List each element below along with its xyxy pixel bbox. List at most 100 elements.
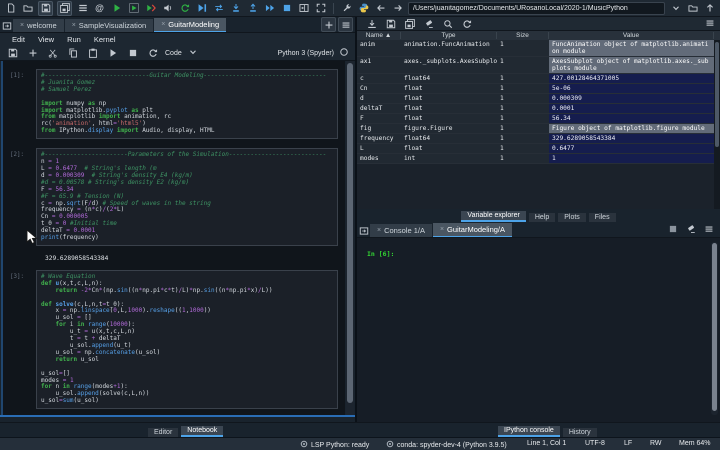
variable-row-d[interactable]: dfloat10.000309 (357, 94, 720, 104)
add-cell-icon[interactable] (26, 47, 39, 60)
cut-cells-icon[interactable] (46, 47, 59, 60)
save-all-icon[interactable] (57, 1, 72, 16)
status-mem-64-[interactable]: Mem 64% (679, 440, 711, 447)
stop-debug-icon[interactable] (280, 2, 293, 15)
notebook-cell-3[interactable]: [3]:# Wave Equationdef u(x,t,c,L,n): ret… (36, 270, 338, 409)
open-file-icon[interactable] (21, 2, 34, 15)
fullscreen-icon[interactable] (314, 2, 327, 15)
tabs-menu-icon[interactable] (338, 17, 353, 32)
variable-row-modes[interactable]: modesint11 (357, 154, 720, 164)
new-file-icon[interactable] (4, 2, 17, 15)
status-utf-8[interactable]: UTF-8 (585, 440, 605, 447)
status-conda[interactable]: conda: spyder-dev-4 (Python 3.9.5) (386, 440, 507, 450)
maximize-pane-icon[interactable] (297, 2, 310, 15)
variable-row-frequency[interactable]: frequencyfloat641329.6289058543384 (357, 134, 720, 144)
variable-row-Cn[interactable]: Cnfloat15e-06 (357, 84, 720, 94)
interrupt-kernel-icon[interactable] (126, 47, 139, 60)
new-tab-icon[interactable] (321, 17, 336, 32)
run-file-icon[interactable] (110, 2, 123, 15)
refresh-variables-icon[interactable] (460, 17, 473, 30)
console-tab-console-1-a[interactable]: ×Console 1/A (370, 224, 432, 237)
variable-row-c[interactable]: cfloat641427.00128464371005 (357, 74, 720, 84)
column-header-name[interactable]: Name ▲ (357, 32, 401, 39)
notebook-cell-2[interactable]: [2]:#-----------------------Parameters o… (36, 148, 338, 246)
console-tab-guitarmodeling-a[interactable]: ×GuitarModeling/A (433, 223, 512, 237)
forward-icon[interactable] (391, 2, 404, 15)
close-tab-icon[interactable]: × (72, 22, 76, 29)
options-menu-icon[interactable] (702, 222, 715, 235)
variable-row-F[interactable]: Ffloat156.34 (357, 114, 720, 124)
status-lf[interactable]: LF (624, 440, 632, 447)
editor-tab-welcome[interactable]: ×welcome (13, 19, 64, 32)
variable-row-anim[interactable]: animanimation.FuncAnimation1FuncAnimatio… (357, 40, 720, 57)
column-header-type[interactable]: Type (401, 32, 497, 39)
file-switcher-icon[interactable] (76, 2, 89, 15)
column-header-size[interactable]: Size (497, 32, 549, 39)
python-env-icon[interactable] (357, 2, 370, 15)
editor-tab-samplevisualization[interactable]: ×SampleVisualization (65, 19, 154, 32)
table-header[interactable]: Name ▲TypeSizeValue (357, 31, 720, 40)
variable-row-ax1[interactable]: ax1axes._subplots.AxesSubplot1AxesSubplo… (357, 57, 720, 74)
copy-cells-icon[interactable] (66, 47, 79, 60)
run-cell-advance-icon[interactable] (144, 2, 157, 15)
variable-row-L[interactable]: Lfloat10.6477 (357, 144, 720, 154)
run-cell-icon[interactable] (106, 47, 119, 60)
step-into-icon[interactable] (229, 2, 242, 15)
debug-cell-icon[interactable] (212, 2, 225, 15)
preferences-icon[interactable] (340, 2, 353, 15)
back-icon[interactable] (374, 2, 387, 15)
options-menu-icon[interactable] (705, 15, 720, 33)
restart-kernel-icon[interactable] (146, 47, 159, 60)
save-data-icon[interactable] (384, 17, 397, 30)
browse-tabs-icon[interactable] (0, 19, 13, 32)
browse-tabs-icon[interactable] (357, 224, 370, 237)
interrupt-kernel-icon[interactable] (666, 222, 679, 235)
pane-tab-notebook[interactable]: Notebook (181, 426, 223, 437)
pane-tab-files[interactable]: Files (589, 213, 616, 222)
pane-tab-plots[interactable]: Plots (558, 213, 586, 222)
import-data-icon[interactable] (365, 17, 378, 30)
step-out-icon[interactable] (246, 2, 259, 15)
chevron-down-icon[interactable] (188, 47, 198, 59)
save-data-as-icon[interactable] (403, 17, 416, 30)
notebook-cell-1[interactable]: [1]:#-----------------------------Guitar… (36, 69, 338, 139)
close-tab-icon[interactable]: × (377, 227, 381, 234)
status-line-1-col-1[interactable]: Line 1, Col 1 (527, 440, 566, 447)
parent-directory-icon[interactable] (703, 2, 716, 15)
table-scrollbar[interactable] (714, 40, 720, 209)
menu-kernel[interactable]: Kernel (94, 35, 116, 44)
pane-tab-help[interactable]: Help (529, 213, 555, 222)
working-directory-input[interactable] (408, 2, 665, 15)
save-notebook-icon[interactable] (6, 47, 19, 60)
console-scrollbar[interactable] (711, 242, 718, 415)
debug-file-icon[interactable] (195, 2, 208, 15)
notebook-canvas[interactable]: [1]:#-----------------------------Guitar… (1, 61, 345, 415)
cell-type-dropdown[interactable]: Code (165, 50, 182, 57)
pane-tab-ipython-console[interactable]: IPython console (498, 426, 560, 437)
run-selection-icon[interactable] (161, 2, 174, 15)
paste-cells-icon[interactable] (86, 47, 99, 60)
menu-edit[interactable]: Edit (12, 35, 25, 44)
column-header-value[interactable]: Value (549, 32, 714, 39)
variable-row-fig[interactable]: figfigure.Figure1Figure object of matplo… (357, 124, 720, 134)
menu-run[interactable]: Run (67, 35, 81, 44)
search-variables-icon[interactable] (441, 17, 454, 30)
variable-row-deltaT[interactable]: deltaTfloat10.0001 (357, 104, 720, 114)
close-tab-icon[interactable]: × (440, 226, 444, 233)
console-body[interactable]: In [6]: (357, 238, 720, 423)
close-tab-icon[interactable]: × (161, 21, 165, 28)
continue-execution-icon[interactable] (263, 2, 276, 15)
editor-tab-guitarmodeling[interactable]: ×GuitarModeling (154, 18, 226, 32)
browse-directory-icon[interactable] (686, 2, 699, 15)
menu-view[interactable]: View (38, 35, 54, 44)
remove-variables-icon[interactable] (422, 17, 435, 30)
status-lsp-python[interactable]: LSP Python: ready (300, 440, 369, 450)
status-rw[interactable]: RW (650, 440, 662, 447)
pane-tab-history[interactable]: History (563, 428, 597, 437)
close-tab-icon[interactable]: × (20, 22, 24, 29)
clear-console-icon[interactable] (684, 222, 697, 235)
notebook-scrollbar[interactable] (346, 61, 354, 415)
path-dropdown-icon[interactable] (669, 2, 682, 15)
re-run-cell-icon[interactable] (178, 2, 191, 15)
find-symbols-icon[interactable]: @ (93, 2, 106, 15)
